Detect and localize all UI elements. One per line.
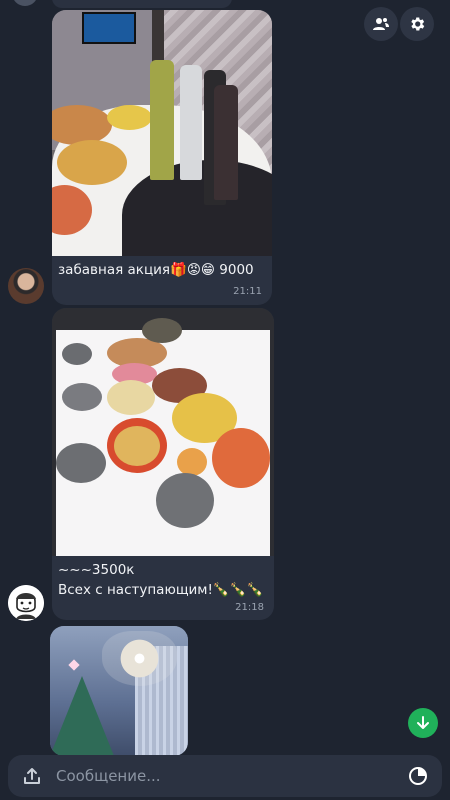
previous-message-bubble[interactable] xyxy=(52,0,232,8)
photo-bottle xyxy=(214,85,238,200)
message-time: 21:11 xyxy=(233,286,262,297)
chat-view: забавная акция🎁😡😁 9000 21:11 ~~~3500к Вс… xyxy=(0,0,450,800)
message-input[interactable]: Сообщение... xyxy=(56,767,161,785)
photo-message-2[interactable]: ~~~3500к Всех с наступающим!🍾🍾🍾 21:18 xyxy=(52,308,274,620)
photo-chandelier xyxy=(102,631,177,686)
message-text: забавная акция🎁😡😁 9000 xyxy=(58,262,254,278)
photo-tv xyxy=(82,12,136,44)
message-composer: Сообщение... xyxy=(8,755,442,797)
photo-plate xyxy=(177,448,207,476)
photo-plate xyxy=(142,318,182,343)
caption-line-2: Всех с наступающим!🍾🍾🍾 xyxy=(58,582,264,598)
photo-dinner-table[interactable] xyxy=(52,308,274,556)
photo-plate xyxy=(62,383,102,411)
photo-christmas-tree xyxy=(50,676,114,756)
photo-holiday-table-bottles[interactable] xyxy=(52,10,272,260)
avatar-partial[interactable] xyxy=(12,0,38,6)
photo-plate xyxy=(212,428,270,488)
photo-bottle xyxy=(150,60,174,180)
photo-message-3[interactable] xyxy=(50,626,188,756)
photo-plate xyxy=(62,343,92,365)
contacts-button[interactable] xyxy=(364,7,398,41)
message-time: 21:18 xyxy=(235,602,264,613)
sticker-icon[interactable] xyxy=(408,766,428,786)
contacts-icon xyxy=(373,18,389,30)
photo-plate xyxy=(56,443,106,483)
scroll-down-button[interactable] xyxy=(408,708,438,738)
photo-plate xyxy=(114,426,160,466)
photo-plate xyxy=(57,140,127,185)
photo-christmas-tree-chandelier[interactable] xyxy=(50,626,188,756)
arrow-down-icon xyxy=(417,716,429,729)
sender-avatar[interactable] xyxy=(8,585,44,621)
sender-avatar[interactable] xyxy=(8,268,44,304)
settings-button[interactable] xyxy=(400,7,434,41)
upload-icon[interactable] xyxy=(22,766,42,786)
avatar-drawing xyxy=(8,585,44,621)
photo-bottle xyxy=(180,65,202,180)
photo-plate xyxy=(156,473,214,528)
photo-plate xyxy=(107,380,155,415)
photo-bananas xyxy=(107,105,152,130)
caption-line-1: ~~~3500к xyxy=(58,562,135,578)
text-message-1[interactable]: забавная акция🎁😡😁 9000 21:11 xyxy=(52,256,272,304)
gear-icon xyxy=(411,17,425,31)
